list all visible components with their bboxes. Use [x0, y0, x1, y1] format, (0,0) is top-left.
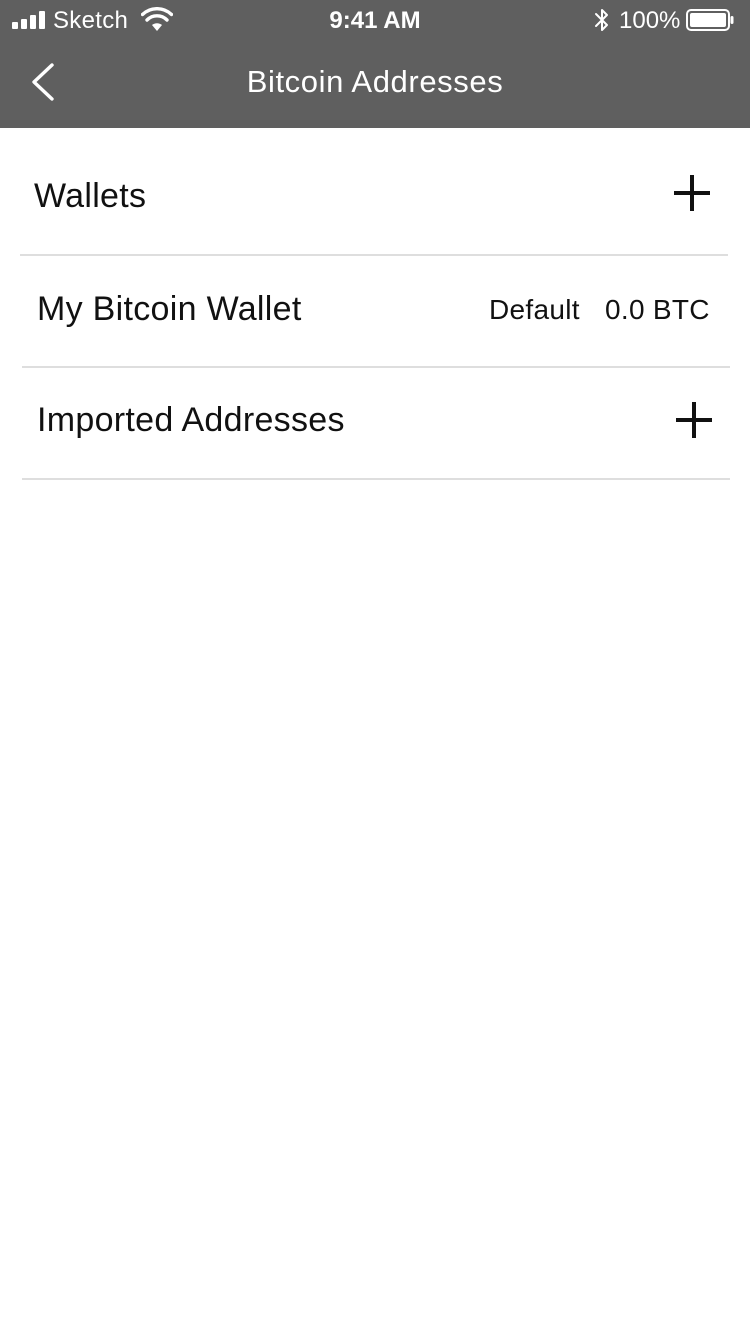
imported-addresses-section-header: Imported Addresses [0, 368, 750, 478]
navigation-bar: Bitcoin Addresses [0, 40, 750, 128]
add-wallet-button[interactable] [674, 175, 710, 211]
default-badge: Default [489, 294, 580, 325]
divider [22, 478, 730, 480]
wallets-label: Wallets [34, 177, 147, 215]
bluetooth-icon [595, 9, 608, 31]
wallet-row[interactable]: My Bitcoin Wallet Default 0.0 BTC [0, 256, 750, 366]
battery-percent: 100% [619, 7, 681, 34]
status-bar: Sketch 9:41 AM 100% [0, 0, 750, 40]
header: Sketch 9:41 AM 100% Bitcoin Addresses [0, 0, 750, 128]
wallets-section-header: Wallets [0, 128, 750, 254]
wallet-name: My Bitcoin Wallet [37, 290, 302, 328]
add-imported-address-button[interactable] [676, 402, 712, 438]
imported-addresses-label: Imported Addresses [37, 401, 345, 439]
wallet-balance: 0.0 BTC [605, 294, 710, 325]
page-title: Bitcoin Addresses [246, 64, 504, 99]
battery-icon [686, 9, 734, 31]
